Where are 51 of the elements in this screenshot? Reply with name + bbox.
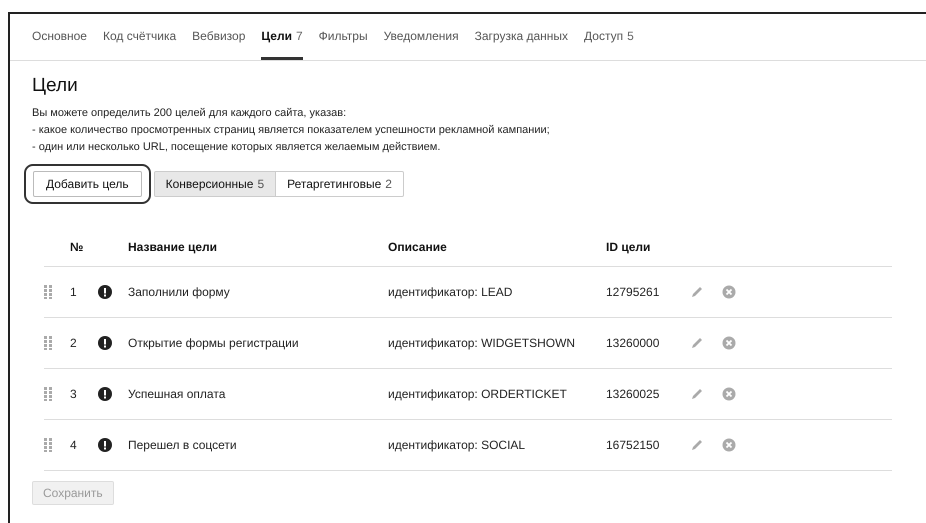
delete-icon[interactable]: [722, 387, 736, 401]
pencil-icon[interactable]: [690, 387, 704, 401]
pencil-icon[interactable]: [690, 285, 704, 299]
exclamation-icon: [98, 336, 112, 350]
goal-name: Заполнили форму: [128, 285, 231, 299]
add-goal-button[interactable]: Добавить цель: [33, 171, 142, 197]
column-header: №: [70, 240, 84, 254]
column-header: Название цели: [128, 240, 218, 254]
goal-name: Перешел в соцсети: [128, 438, 238, 452]
filter-button[interactable]: Конверсионные 5: [154, 171, 276, 197]
tab[interactable]: Уведомления: [384, 14, 459, 60]
intro-text: Вы можете определить 200 целей для каждого сайта, указав:: [32, 106, 348, 121]
intro-text: - какое количество просмотренных страниц является показателем успешности рекламной кампании;: [32, 123, 551, 138]
tab[interactable]: Загрузка данных: [474, 14, 568, 60]
goal-description: идентификатор: WIDGETSHOWN: [388, 336, 576, 350]
tab[interactable]: Вебвизор: [192, 14, 246, 60]
goal-name: Открытие формы регистрации: [128, 336, 300, 350]
column-header: Описание: [388, 240, 448, 254]
goal-description: идентификатор: LEAD: [388, 285, 514, 299]
row-number: 3: [70, 387, 78, 401]
goal-description: идентификатор: SOCIAL: [388, 438, 526, 452]
drag-handle-icon[interactable]: [44, 438, 53, 452]
goal-id: 13260025: [606, 387, 660, 401]
drag-handle-icon[interactable]: [44, 387, 53, 401]
pencil-icon[interactable]: [690, 336, 704, 350]
delete-icon[interactable]: [722, 285, 736, 299]
tab[interactable]: Код счётчика: [102, 14, 176, 60]
exclamation-icon: [98, 387, 112, 401]
exclamation-icon: [98, 285, 112, 299]
page-title: Цели: [32, 75, 79, 97]
goal-id: 16752150: [606, 438, 660, 452]
row-number: 4: [70, 438, 78, 452]
goal-name: Успешная оплата: [128, 387, 226, 401]
drag-handle-icon[interactable]: [44, 336, 53, 350]
tab[interactable]: Основное: [32, 14, 87, 60]
goal-description: идентификатор: ORDERTICKET: [388, 387, 568, 401]
tab[interactable]: Доступ 5: [584, 14, 634, 60]
goal-id: 13260000: [606, 336, 660, 350]
delete-icon[interactable]: [722, 336, 736, 350]
intro-text: - один или несколько URL, посещение которых является желаемым действием.: [32, 140, 442, 155]
pencil-icon[interactable]: [690, 438, 704, 452]
filter-button[interactable]: Ретаргетинговые 2: [275, 171, 404, 197]
delete-icon[interactable]: [722, 438, 736, 452]
goal-id: 12795261: [606, 285, 660, 299]
tab[interactable]: Цели 7: [261, 14, 303, 60]
column-header: ID цели: [606, 240, 652, 254]
drag-handle-icon[interactable]: [44, 285, 53, 299]
exclamation-icon: [98, 438, 112, 452]
row-number: 1: [70, 285, 78, 299]
tab[interactable]: Фильтры: [318, 14, 368, 60]
row-number: 2: [70, 336, 78, 350]
